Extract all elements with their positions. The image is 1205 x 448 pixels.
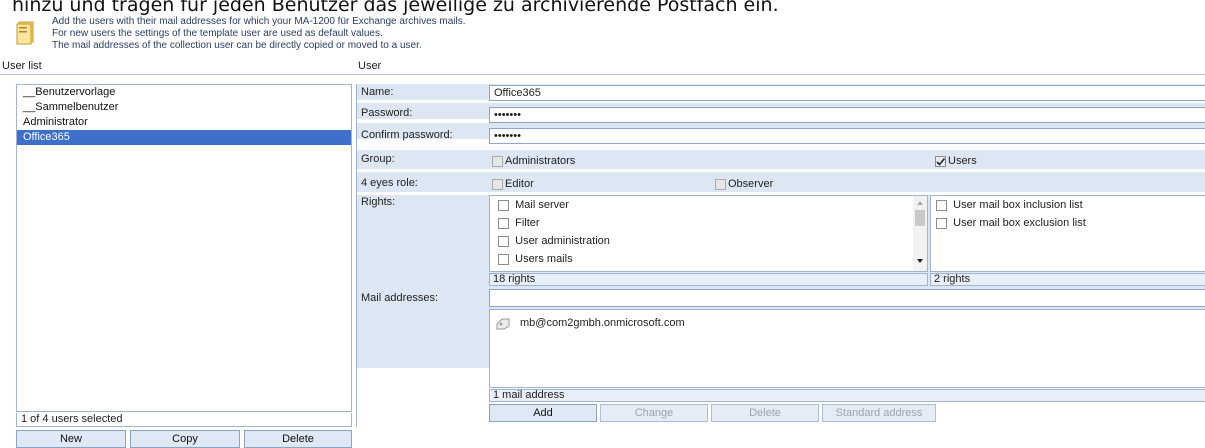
delete-mail-button[interactable]: Delete bbox=[711, 404, 819, 422]
rights-item[interactable]: Users mails bbox=[490, 250, 927, 268]
copy-user-button[interactable]: Copy bbox=[130, 430, 240, 448]
eyes-observer-checkbox[interactable]: Observer bbox=[715, 177, 773, 192]
add-mail-button[interactable]: Add bbox=[489, 404, 597, 422]
mail-address-text: mb@com2gmbh.onmicrosoft.com bbox=[520, 317, 685, 329]
checkbox-label: Users bbox=[948, 155, 977, 167]
password-field[interactable]: ••••••• bbox=[489, 107, 1205, 123]
checkbox-label: Observer bbox=[728, 178, 774, 190]
section-divider bbox=[0, 74, 1205, 75]
mail-address-icon bbox=[496, 318, 510, 329]
rights-available-list[interactable]: Mail server Filter User administration U… bbox=[489, 195, 928, 272]
mail-label: Mail addresses: bbox=[361, 292, 439, 304]
mail-address-list[interactable]: mb@com2gmbh.onmicrosoft.com bbox=[489, 309, 1205, 388]
group-row bbox=[357, 150, 1205, 170]
list-item[interactable]: Administrator bbox=[17, 115, 351, 130]
list-item-selected[interactable]: Office365 bbox=[17, 130, 351, 145]
info-line: The mail addresses of the collection use… bbox=[52, 40, 422, 51]
rights-label: Rights: bbox=[361, 196, 396, 208]
rights-assigned-list[interactable]: User mail box inclusion list User mail b… bbox=[930, 195, 1205, 272]
checkbox-icon bbox=[492, 156, 503, 167]
rights-item[interactable]: User administration bbox=[490, 232, 927, 250]
rights-assigned-status: 2 rights bbox=[930, 273, 1205, 286]
user-form: Name: Office365 Password: ••••••• Confir… bbox=[356, 84, 1205, 427]
rights-item[interactable]: User mail box exclusion list bbox=[931, 214, 1205, 232]
info-line: For new users the settings of the templa… bbox=[52, 28, 383, 39]
info-text: Add the users with their mail addresses … bbox=[52, 16, 772, 52]
eyes-editor-checkbox[interactable]: Editor bbox=[492, 177, 534, 192]
group-label: Group: bbox=[361, 153, 395, 165]
rights-item[interactable]: Mail server bbox=[490, 196, 927, 214]
checkbox-label: Editor bbox=[505, 178, 534, 190]
standard-address-button[interactable]: Standard address bbox=[822, 404, 936, 422]
group-administrators-checkbox[interactable]: Administrators bbox=[492, 154, 575, 169]
user-list-status: 1 of 4 users selected bbox=[16, 413, 352, 427]
name-field[interactable]: Office365 bbox=[489, 85, 1205, 101]
new-user-button[interactable]: New bbox=[16, 430, 126, 448]
user-section-title: User bbox=[358, 60, 382, 72]
delete-user-button[interactable]: Delete bbox=[244, 430, 352, 448]
eyes-label: 4 eyes role: bbox=[361, 177, 418, 189]
rights-available-status: 18 rights bbox=[489, 273, 928, 286]
list-item[interactable]: __Benutzervorlage bbox=[17, 85, 351, 100]
name-label: Name: bbox=[361, 86, 394, 98]
confirm-label: Confirm password: bbox=[361, 129, 453, 141]
eyes-row bbox=[357, 172, 1205, 193]
mail-address-status: 1 mail address bbox=[489, 389, 1205, 402]
rights-item[interactable]: User mail box inclusion list bbox=[931, 196, 1205, 214]
list-item[interactable]: __Sammelbenutzer bbox=[17, 100, 351, 115]
rights-item[interactable]: Filter bbox=[490, 214, 927, 232]
checkmark-icon bbox=[935, 156, 946, 167]
confirm-password-field[interactable]: ••••••• bbox=[489, 128, 1205, 144]
info-line: Add the users with their mail addresses … bbox=[52, 16, 466, 27]
group-users-checkbox[interactable]: Users bbox=[935, 154, 977, 169]
info-book-icon bbox=[14, 19, 40, 45]
scrollbar-arrows-icon bbox=[915, 201, 925, 263]
user-list-title: User list bbox=[2, 60, 42, 72]
user-list[interactable]: __Benutzervorlage __Sammelbenutzer Admin… bbox=[16, 84, 352, 412]
checkbox-icon bbox=[492, 179, 503, 190]
list-item[interactable]: mb@com2gmbh.onmicrosoft.com bbox=[496, 316, 685, 331]
change-mail-button[interactable]: Change bbox=[600, 404, 708, 422]
rights-scrollbar[interactable] bbox=[913, 196, 927, 271]
checkbox-icon bbox=[715, 179, 726, 190]
checkbox-label: Administrators bbox=[505, 155, 576, 167]
mail-address-input[interactable] bbox=[489, 289, 1205, 307]
password-label: Password: bbox=[361, 107, 413, 119]
